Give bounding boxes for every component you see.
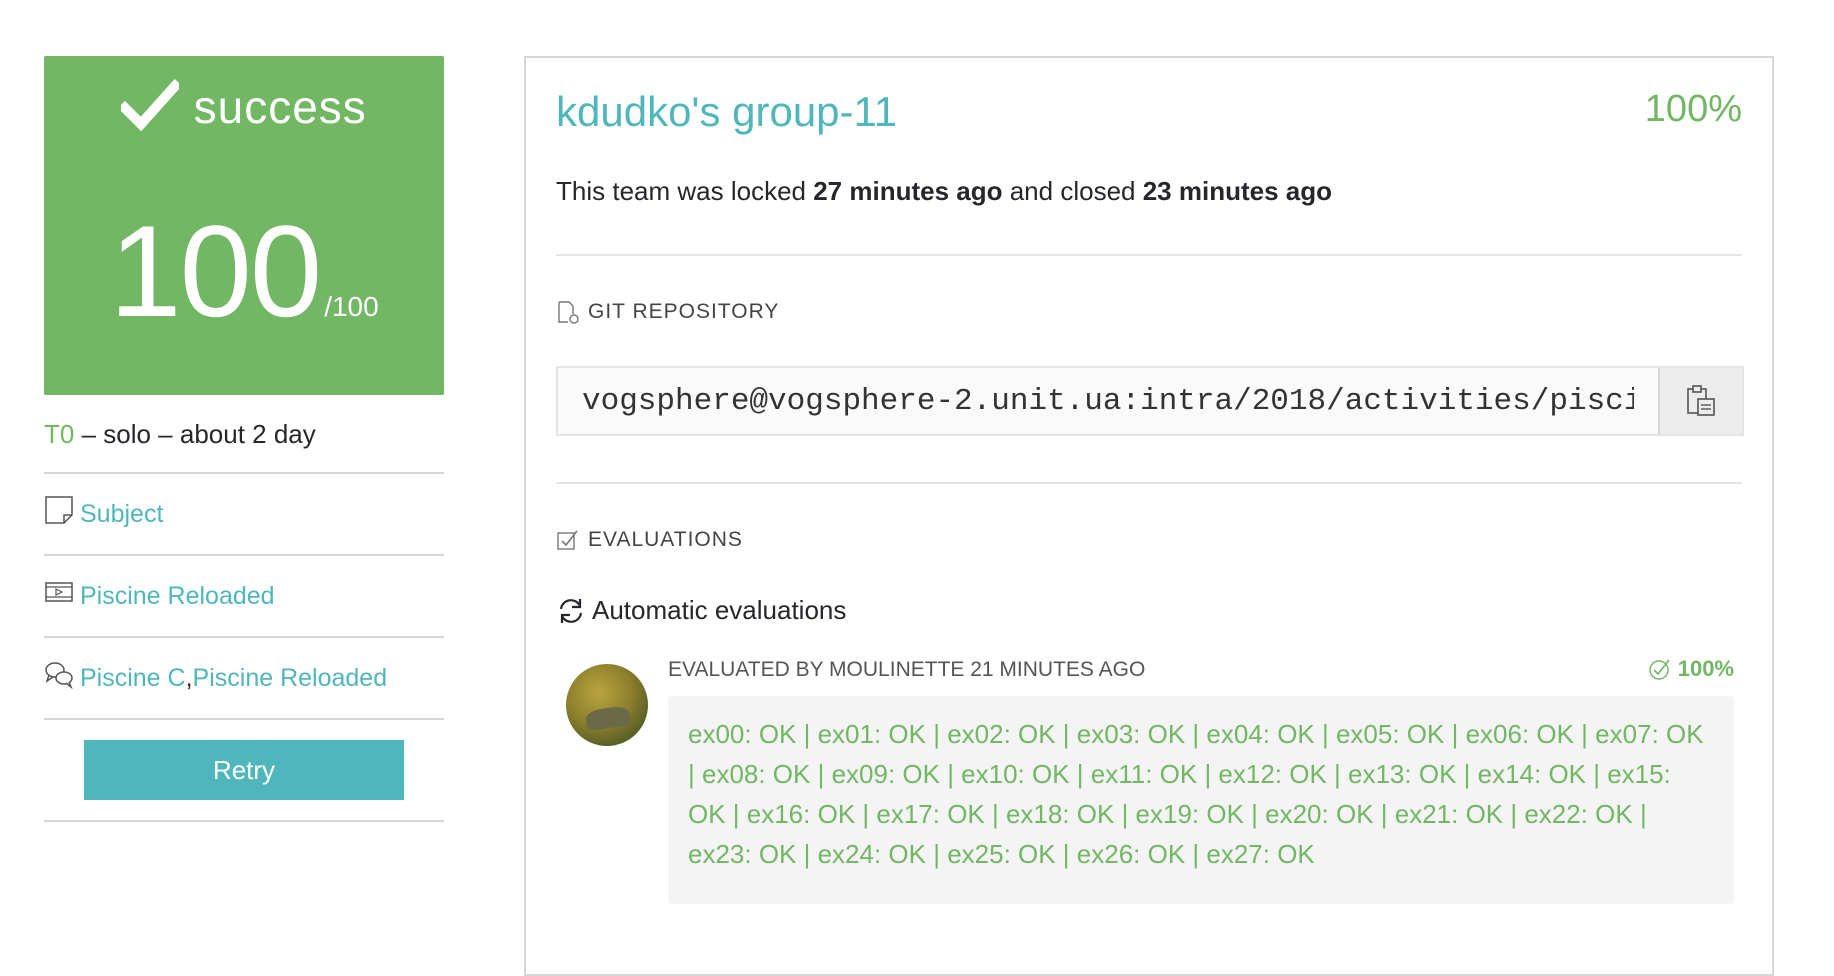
evaluations-heading: EVALUATIONS <box>556 528 743 552</box>
closed-ago: 23 minutes ago <box>1142 176 1332 206</box>
moulinette-avatar <box>566 664 648 746</box>
project-meta: T0 – solo – about 2 day <box>44 419 444 474</box>
git-repo-input[interactable] <box>558 368 1658 434</box>
status-label: success <box>193 81 367 133</box>
score-card: success 100/100 <box>44 56 444 395</box>
retry-section: Retry <box>44 720 444 822</box>
divider <box>556 482 1742 484</box>
forum-separator: , <box>185 663 193 692</box>
automatic-evaluations-title: Automatic evaluations <box>556 595 846 626</box>
subject-row: Subject <box>44 474 444 556</box>
forum-link-piscine-c[interactable]: Piscine C <box>80 664 186 693</box>
evaluations-heading-label: EVALUATIONS <box>588 528 743 551</box>
evaluation-score: 100% <box>1648 656 1734 682</box>
copy-icon <box>1687 385 1715 416</box>
video-icon <box>45 582 73 602</box>
team-header: kdudko's group-11 100% <box>556 88 1742 138</box>
status-row: success <box>44 78 444 136</box>
lock-mid: and closed <box>1002 176 1143 206</box>
checkmark-icon <box>121 78 180 132</box>
git-repo-field <box>556 366 1744 436</box>
project-sidebar: success 100/100 T0 – solo – about 2 day … <box>44 56 444 822</box>
evaluated-by: EVALUATED BY MOULINETTE 21 MINUTES AGO <box>668 658 1146 681</box>
automatic-evaluations-label: Automatic evaluations <box>592 595 847 625</box>
team-name[interactable]: kdudko's group-11 <box>556 88 897 135</box>
git-heading-label: GIT REPOSITORY <box>588 300 780 323</box>
copy-repo-button[interactable] <box>1658 368 1742 434</box>
lock-prefix: This team was locked <box>556 176 814 206</box>
video-link[interactable]: Piscine Reloaded <box>80 582 275 611</box>
forum-row: Piscine C, Piscine Reloaded <box>44 638 444 720</box>
evaluation-check-icon <box>1649 659 1670 680</box>
team-panel: kdudko's group-11 100% This team was loc… <box>524 56 1774 976</box>
final-mark: 100 <box>109 198 322 344</box>
refresh-icon <box>559 598 583 623</box>
video-row: Piscine Reloaded <box>44 556 444 638</box>
forum-link-piscine-reloaded[interactable]: Piscine Reloaded <box>193 664 388 693</box>
score-row: 100/100 <box>44 206 444 336</box>
project-tier: T0 <box>44 419 75 449</box>
evaluations-check-icon <box>557 530 578 550</box>
retry-button[interactable]: Retry <box>84 740 404 800</box>
evaluation-score-value: 100% <box>1677 656 1734 681</box>
max-mark: /100 <box>324 291 379 322</box>
forum-icon <box>45 662 73 689</box>
project-meta-text: – solo – about 2 day <box>74 419 316 449</box>
subject-icon <box>45 496 73 524</box>
subject-link[interactable]: Subject <box>80 500 163 529</box>
git-heading: GIT REPOSITORY <box>556 300 779 324</box>
git-file-icon <box>558 301 579 324</box>
evaluation-result: ex00: OK | ex01: OK | ex02: OK | ex03: O… <box>668 696 1734 904</box>
team-lock-status: This team was locked 27 minutes ago and … <box>556 176 1332 207</box>
locked-ago: 27 minutes ago <box>813 176 1003 206</box>
divider <box>556 254 1742 256</box>
team-percent: 100% <box>1644 88 1742 130</box>
